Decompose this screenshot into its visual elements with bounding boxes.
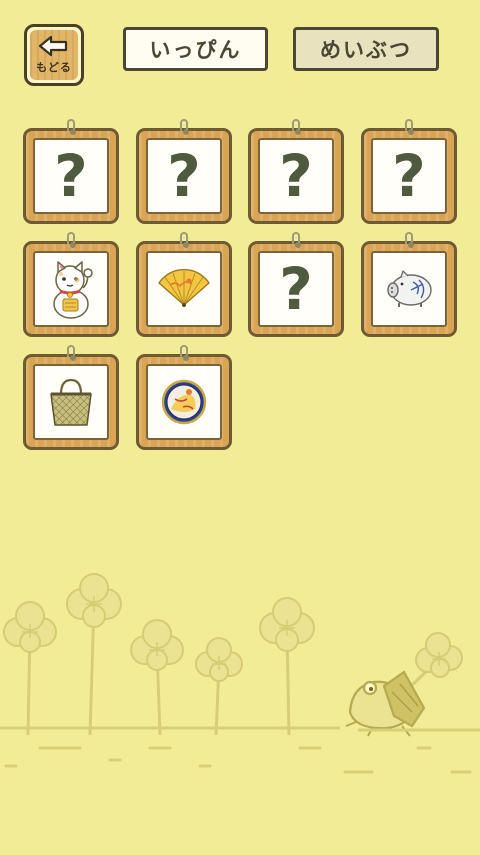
card-face — [33, 251, 109, 327]
card-face: ? — [258, 251, 334, 327]
pig-mosquito-coil-holder-icon — [387, 270, 432, 307]
tab-ippin[interactable]: いっぴん — [123, 27, 268, 71]
collection-card-5[interactable] — [23, 232, 119, 337]
hook — [67, 345, 76, 361]
collection-card-7[interactable]: ? — [248, 232, 344, 337]
round-plate-icon — [161, 379, 207, 425]
card-face — [33, 364, 109, 440]
question-mark-icon: ? — [279, 255, 313, 323]
hook — [180, 119, 189, 135]
tab-meibutsu[interactable]: めいぶつ — [293, 27, 439, 71]
question-mark-icon: ? — [392, 142, 426, 210]
hook — [405, 232, 414, 248]
frog-carrying-clover — [345, 670, 426, 737]
arrow-left-icon — [38, 35, 68, 57]
collection-card-9[interactable] — [23, 345, 119, 450]
collection-card-6[interactable] — [136, 232, 232, 337]
card-face: ? — [258, 138, 334, 214]
hook — [292, 232, 301, 248]
collection-card-3[interactable]: ? — [248, 119, 344, 224]
question-mark-icon: ? — [54, 142, 88, 210]
back-button[interactable]: もどる — [24, 24, 84, 86]
card-face: ? — [146, 138, 222, 214]
collection-card-2[interactable]: ? — [136, 119, 232, 224]
woven-basket-bag-icon — [50, 378, 92, 426]
card-face: ? — [33, 138, 109, 214]
clover-leaves — [3, 573, 463, 682]
ground-line — [0, 726, 480, 732]
hook — [67, 119, 76, 135]
card-face — [146, 364, 222, 440]
question-mark-icon: ? — [279, 142, 313, 210]
clover-field-scenery — [0, 573, 480, 774]
collection-card-1[interactable]: ? — [23, 119, 119, 224]
hook — [180, 345, 189, 361]
ground-dashes — [4, 746, 472, 774]
collection-card-4[interactable]: ? — [361, 119, 457, 224]
maneki-neko-icon — [53, 261, 93, 319]
back-label: もどる — [36, 61, 72, 74]
card-face — [371, 251, 447, 327]
folding-fan-icon — [158, 269, 210, 307]
question-mark-icon: ? — [167, 142, 201, 210]
collection-card-8[interactable] — [361, 232, 457, 337]
card-face — [146, 251, 222, 327]
hook — [292, 119, 301, 135]
hook — [405, 119, 414, 135]
collection-card-10[interactable] — [136, 345, 232, 450]
hook — [180, 232, 189, 248]
back-button-face: もどる — [30, 30, 78, 80]
card-face: ? — [371, 138, 447, 214]
hook — [67, 232, 76, 248]
